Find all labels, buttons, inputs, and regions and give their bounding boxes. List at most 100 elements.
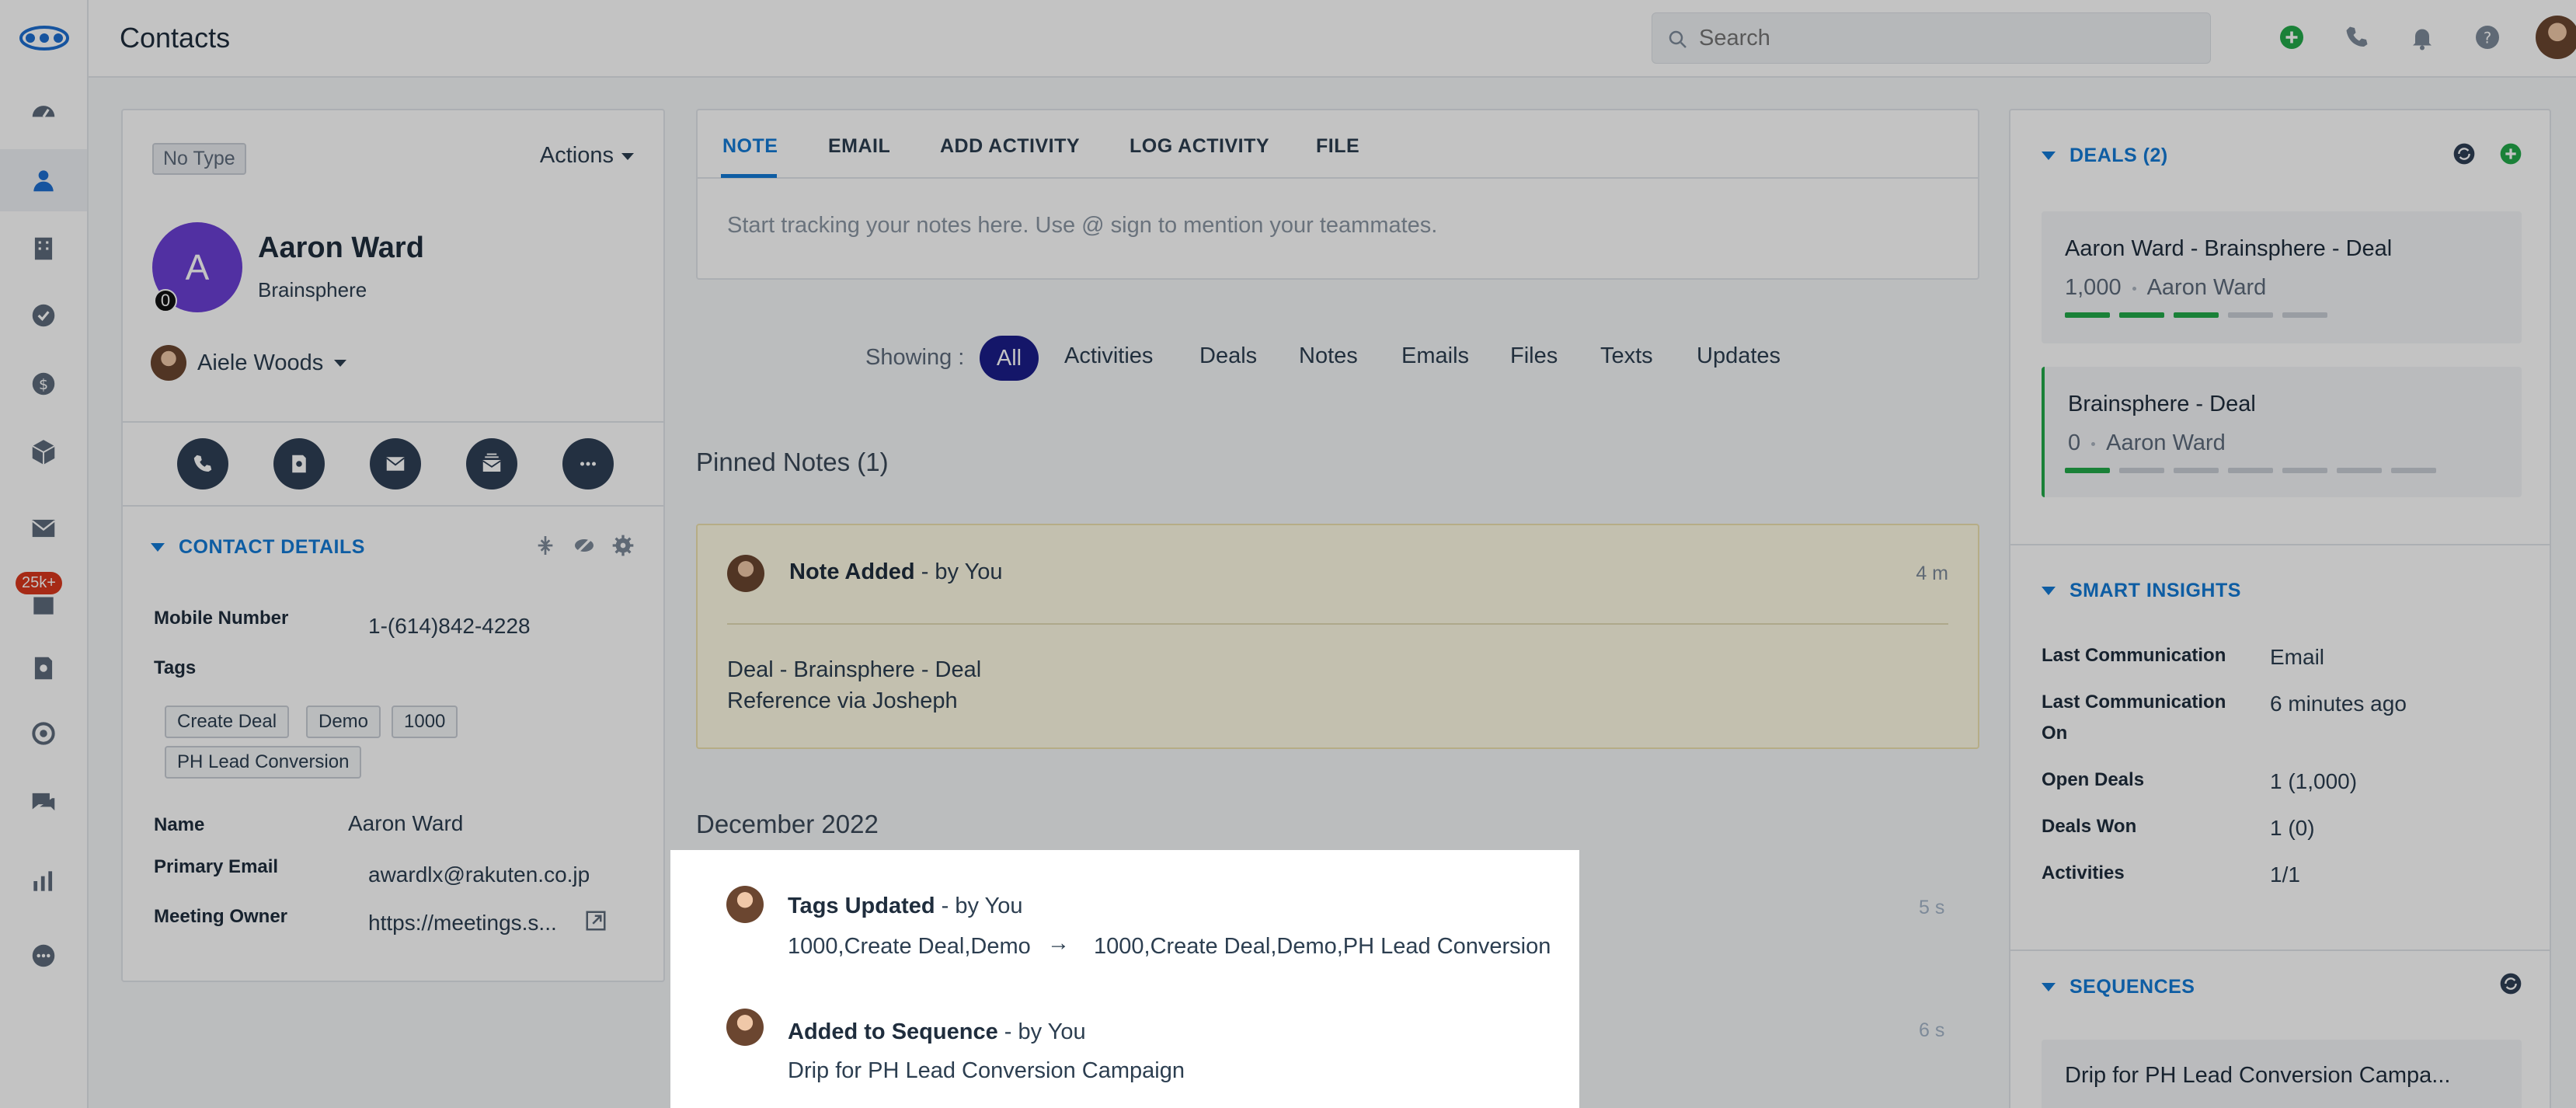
filter-texts[interactable]: Texts [1600,343,1653,369]
search-input[interactable] [1699,13,2196,63]
deal-card[interactable]: Aaron Ward - Brainsphere - Deal 1,000 Aar… [2042,211,2522,343]
sequence-card[interactable]: Drip for PH Lead Conversion Campa... [2042,1040,2522,1108]
gear-icon[interactable] [611,533,635,558]
external-link-icon[interactable] [584,909,607,932]
nav-contacts[interactable] [0,149,87,211]
tag-chip[interactable]: Create Deal [165,706,290,738]
add-icon[interactable] [2278,23,2306,51]
pinned-notes-heading: Pinned Notes (1) [696,448,889,476]
tab-file[interactable]: FILE [1316,135,1359,158]
mail-icon [32,519,55,538]
contact-type-badge[interactable]: No Type [152,143,246,175]
nav-automation[interactable] [0,702,87,765]
email-button[interactable] [370,438,421,490]
meeting-owner-value[interactable]: https://meetings.s... [368,911,557,936]
name-value[interactable]: Aaron Ward [348,811,463,836]
tab-email[interactable]: EMAIL [828,135,890,158]
svg-text:?: ? [2484,30,2491,47]
tab-log-activity[interactable]: LOG ACTIVITY [1130,135,1269,158]
nav-more[interactable] [0,925,87,987]
deal-stage-segment [2174,468,2219,473]
tab-add-activity[interactable]: ADD ACTIVITY [940,135,1080,158]
call-button[interactable] [177,438,228,490]
meeting-owner-label: Meeting Owner [154,906,288,927]
tab-note[interactable]: NOTE [722,135,778,158]
filter-notes[interactable]: Notes [1299,343,1358,369]
refresh-icon[interactable] [2452,141,2477,166]
page-title: Contacts [120,22,231,54]
deal-owner: Aaron Ward [2106,430,2226,455]
owner-name: Aiele Woods [197,350,324,375]
sequence-detail: Drip for PH Lead Conversion Campaign [788,1058,1185,1083]
divider [123,505,663,507]
filter-files[interactable]: Files [1510,343,1558,369]
owner-dropdown[interactable]: Aiele Woods [151,345,347,381]
contact-company[interactable]: Brainsphere [258,278,367,302]
nav-products[interactable] [0,421,87,483]
nav-tasks[interactable] [0,284,87,347]
divider [123,421,663,423]
deal-name: Aaron Ward - Brainsphere - Deal [2065,236,2393,261]
sequences-toggle[interactable]: SEQUENCES [2042,976,2195,998]
more-actions-button[interactable] [562,438,614,490]
separator-dot [2091,441,2096,446]
filter-emails[interactable]: Emails [1401,343,1469,369]
nav-accounts[interactable] [0,218,87,280]
nav-dashboard[interactable] [0,81,87,143]
tag-chip[interactable]: PH Lead Conversion [165,746,362,779]
insight-value: 1 (1,000) [2270,769,2358,793]
mobile-value[interactable]: 1-(614)842-4228 [368,614,531,639]
note-author: - by You [914,559,1003,584]
mail-stack-icon [482,453,501,472]
note-input-placeholder[interactable]: Start tracking your notes here. Use @ si… [727,213,1437,239]
nav-chat[interactable] [0,771,87,833]
collapse-icon[interactable] [533,533,558,558]
insight-label: Open Deals [2042,769,2145,790]
help-icon[interactable]: ? [2473,23,2501,51]
deal-card[interactable]: Brainsphere - Deal 0 Aaron Ward [2042,367,2522,497]
user-avatar[interactable] [2536,16,2576,59]
avatar-count-badge: 0 [154,289,177,312]
tag-chip[interactable]: 1000 [392,706,458,738]
app-logo-icon[interactable] [19,20,70,56]
sequence-button[interactable] [273,438,325,490]
email-value[interactable]: awardlx@rakuten.co.jp [368,862,590,887]
contact-details-toggle[interactable]: CONTACT DETAILS [151,536,365,559]
refresh-icon[interactable] [2498,971,2523,996]
tag-chip[interactable]: Demo [306,706,381,738]
activity-title: Added to Sequence [788,1019,998,1044]
month-heading: December 2022 [696,810,879,838]
campaign-button[interactable] [466,438,517,490]
composer-tabs: NOTE EMAIL ADD ACTIVITY LOG ACTIVITY FIL… [698,110,1978,179]
active-tab-indicator [721,174,777,178]
search-box[interactable] [1652,12,2211,64]
deal-meta: 1,000 Aaron Ward [2065,275,2266,301]
nav-sequences[interactable] [0,637,87,699]
hide-fields-icon[interactable] [572,533,597,558]
more-horizontal-icon [580,462,596,466]
nav-reports[interactable] [0,850,87,912]
add-deal-icon[interactable] [2498,141,2523,166]
nav-deals[interactable]: $ [0,353,87,415]
pinned-note[interactable]: Note Added - by You 4 m Deal - Brainsphe… [696,524,1979,749]
timeline-item-title[interactable]: Tags Updated - by You [788,894,1022,919]
deal-stage-segment [2228,312,2273,318]
filter-all[interactable]: All [980,336,1039,381]
separator-dot [2132,286,2136,291]
actions-dropdown[interactable]: Actions [540,143,634,169]
caret-down-icon [151,543,165,552]
phone-icon[interactable] [2343,23,2371,51]
left-nav: $ 25k+ [0,0,89,1108]
nav-email[interactable] [0,497,87,559]
caret-down-icon [2042,983,2056,991]
check-circle-icon [32,304,55,327]
filter-deals[interactable]: Deals [1199,343,1257,369]
contact-details-heading: CONTACT DETAILS [179,536,365,558]
filter-updates[interactable]: Updates [1697,343,1781,369]
bell-icon[interactable] [2408,23,2436,51]
smart-insights-toggle[interactable]: SMART INSIGHTS [2042,580,2241,602]
timeline-item-title[interactable]: Added to Sequence - by You [788,1019,1086,1045]
activity-title: Tags Updated [788,894,935,918]
filter-activities[interactable]: Activities [1064,343,1153,369]
deals-toggle[interactable]: DEALS (2) [2042,145,2168,167]
